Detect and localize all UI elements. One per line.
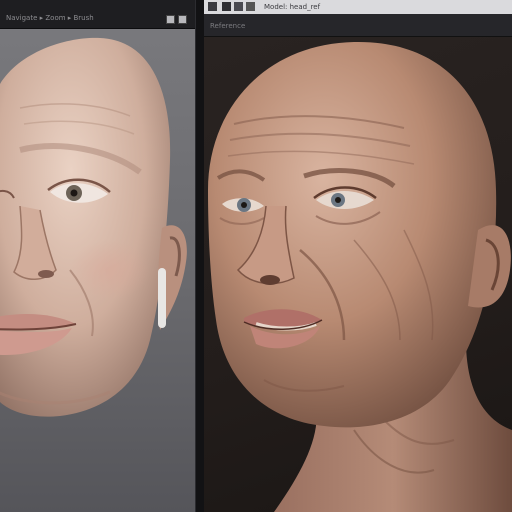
left-head-render [0,37,187,417]
left-viewport[interactable]: Navigate ▸ Zoom ▸ Brush [0,0,195,512]
right-viewport[interactable]: Model: head_ref Reference [204,0,512,512]
sculpt-app-window: Navigate ▸ Zoom ▸ Brush Model: head_ref … [0,0,512,512]
right-head-render [208,41,512,512]
